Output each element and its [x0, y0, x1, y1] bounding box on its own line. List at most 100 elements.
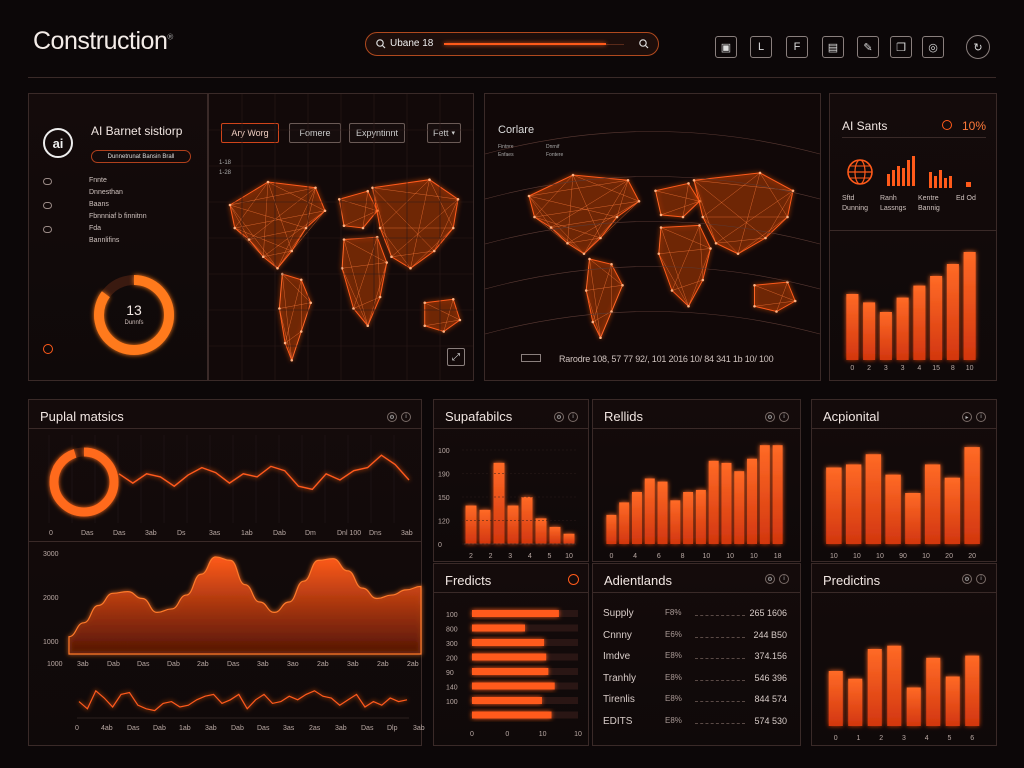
map-node — [709, 247, 712, 250]
table-cell-mid: E8% — [665, 672, 682, 682]
predictins-bar-chart[interactable]: 0 1 2 3 4 5 6 — [812, 594, 996, 744]
map-node — [527, 194, 531, 198]
settings-icon[interactable]: ⚙ — [387, 412, 397, 422]
info-icon[interactable]: i — [779, 412, 789, 422]
table-cell-mid: F8% — [665, 608, 682, 617]
x-tick-label: 0 — [850, 365, 854, 372]
table-cell-name: Supply — [603, 608, 634, 619]
search-submit-icon[interactable] — [639, 39, 649, 49]
map-node — [456, 197, 460, 201]
copy-icon[interactable]: ❐ — [890, 36, 912, 58]
x-tick-label: Dns — [369, 530, 382, 537]
download-icon[interactable]: ▤ — [822, 36, 844, 58]
sidebar-settings-icon[interactable] — [43, 344, 53, 354]
x-tick-label: 5 — [948, 735, 952, 742]
world-map-left[interactable] — [209, 94, 473, 380]
x-tick-label: 3ab — [335, 725, 347, 732]
map-node — [701, 215, 705, 219]
x-tick-label: 6 — [970, 735, 974, 742]
acpionital-bar-chart[interactable]: 10 10 10 90 10 20 20 — [812, 430, 996, 562]
bar — [865, 454, 882, 544]
table-row-leader — [695, 636, 745, 638]
settings-icon[interactable]: ▸ — [962, 412, 972, 422]
bar — [708, 460, 719, 544]
sidebar-item-label: Bannlifins — [89, 237, 120, 244]
bar — [747, 458, 758, 544]
x-tick-label: 2 — [879, 735, 883, 742]
grid-icon[interactable]: F — [786, 36, 808, 58]
x-tick-label: 10 — [565, 553, 573, 560]
map-gridline — [484, 311, 821, 335]
map-node — [571, 173, 575, 177]
map-node — [366, 189, 370, 193]
x-tick-label: 18 — [774, 553, 782, 560]
sidebar-item[interactable]: Fda — [41, 224, 201, 236]
x-tick-label: 2 — [469, 553, 473, 560]
x-tick-label: 3ab — [205, 725, 217, 732]
bar — [683, 492, 694, 544]
sidebar-item[interactable]: Bannlifins — [41, 236, 201, 248]
map-node — [342, 224, 346, 227]
x-tick-label: Das — [81, 530, 94, 537]
info-icon[interactable]: i — [568, 412, 578, 422]
map-node — [701, 278, 705, 282]
info-icon[interactable]: i — [976, 574, 986, 584]
refresh-icon[interactable]: ↻ — [966, 35, 990, 59]
x-tick-label: 4 — [633, 553, 637, 560]
sidebar-donut-label: Dunnfs — [124, 320, 144, 326]
ai-stats-bar-chart[interactable]: 0 2 3 3 4 15 8 10 — [842, 234, 982, 374]
sidebar-item[interactable]: Dnnesthan — [41, 188, 201, 200]
map-node — [342, 238, 346, 241]
north-america-shape — [528, 174, 640, 255]
search-circle-icon[interactable]: ◎ — [922, 36, 944, 58]
y-tick-label: 300 — [446, 641, 458, 648]
sidebar-item[interactable]: Baans — [41, 200, 201, 212]
map-node — [654, 189, 657, 193]
info-icon[interactable]: i — [779, 574, 789, 584]
table-cell-value: 574 530 — [754, 715, 787, 726]
settings-icon[interactable]: ⚙ — [962, 574, 972, 584]
info-icon[interactable]: i — [401, 412, 411, 422]
map-node — [698, 224, 701, 227]
bar — [472, 610, 559, 617]
table-row[interactable]: Supply F8% 265 1606 — [603, 608, 793, 622]
x-tick-label: Das — [361, 725, 374, 732]
pen-icon[interactable]: ✎ — [857, 36, 879, 58]
info-icon[interactable]: i — [976, 412, 986, 422]
table-cell-name: Cnnny — [603, 629, 632, 641]
x-tick-label: 0 — [75, 725, 79, 732]
search-bar[interactable]: Ubane 18 — [365, 32, 659, 56]
rellids-bar-chart[interactable]: 0 4 6 8 10 10 10 18 — [593, 430, 800, 562]
pupial-area-chart[interactable]: 3000 2000 1000 1000 3ab Dab Das Dab 2ab Das 3ab 3ao… — [29, 542, 422, 672]
bar — [472, 668, 549, 675]
table-row[interactable]: Tirenlis E8% 844 574 — [603, 694, 793, 708]
map-expand-icon[interactable]: ⤢ — [447, 348, 465, 366]
pupial-top-line-chart[interactable]: 0 Das Das 3ab Ds 3as 1ab Dab Dm Dnl 100 Dns 3ab — [29, 429, 421, 541]
map-node — [599, 236, 602, 240]
x-tick-label: 10 — [539, 731, 547, 738]
search-input[interactable]: Ubane 18 — [390, 38, 433, 49]
table-row[interactable]: EDITS E8% 574 530 — [603, 716, 793, 730]
map-node — [637, 199, 641, 203]
sidebar-item[interactable]: Fbnnniaf b finnitnn — [41, 212, 201, 224]
table-row[interactable]: Tranhly E8% 546 396 — [603, 673, 793, 687]
table-cell-value: 844 574 — [754, 694, 787, 704]
settings-icon[interactable]: ⚙ — [554, 412, 564, 422]
world-map-center[interactable] — [484, 94, 821, 380]
fredicts-panel: Fredicts 100 800 300 200 90 140 100 0 0 10 10 — [433, 563, 589, 746]
fredicts-info-icon[interactable] — [568, 574, 579, 585]
supafabilcs-bar-chart[interactable]: 2 2 3 4 5 10 100 190 150 120 0 — [434, 430, 588, 562]
document-icon[interactable]: ▣ — [715, 36, 737, 58]
acpionital-panel: Acpionital ▸ i 10 10 10 90 10 20 20 — [811, 399, 997, 562]
sidebar-item[interactable]: Fnnte — [41, 176, 201, 188]
map-node — [458, 318, 462, 322]
bar — [887, 645, 902, 726]
fredicts-hbar-chart[interactable]: 100 800 300 200 90 140 100 0 0 10 10 — [434, 594, 588, 744]
table-row[interactable]: Cnnny E6% 244 B50 — [603, 630, 793, 644]
pupial-bottom-line-chart[interactable]: 0 4ab Das Dab 1ab 3ab Dab Das 3as 2as 3ab Das Dlp 3ab — [29, 672, 425, 744]
ai-stat-label: Ed Od — [956, 195, 976, 202]
table-row[interactable]: Imdve E8% 374.156 — [603, 651, 793, 665]
settings-icon[interactable]: ⚙ — [765, 412, 775, 422]
settings-icon[interactable]: ⚙ — [765, 574, 775, 584]
corner-icon[interactable]: L — [750, 36, 772, 58]
